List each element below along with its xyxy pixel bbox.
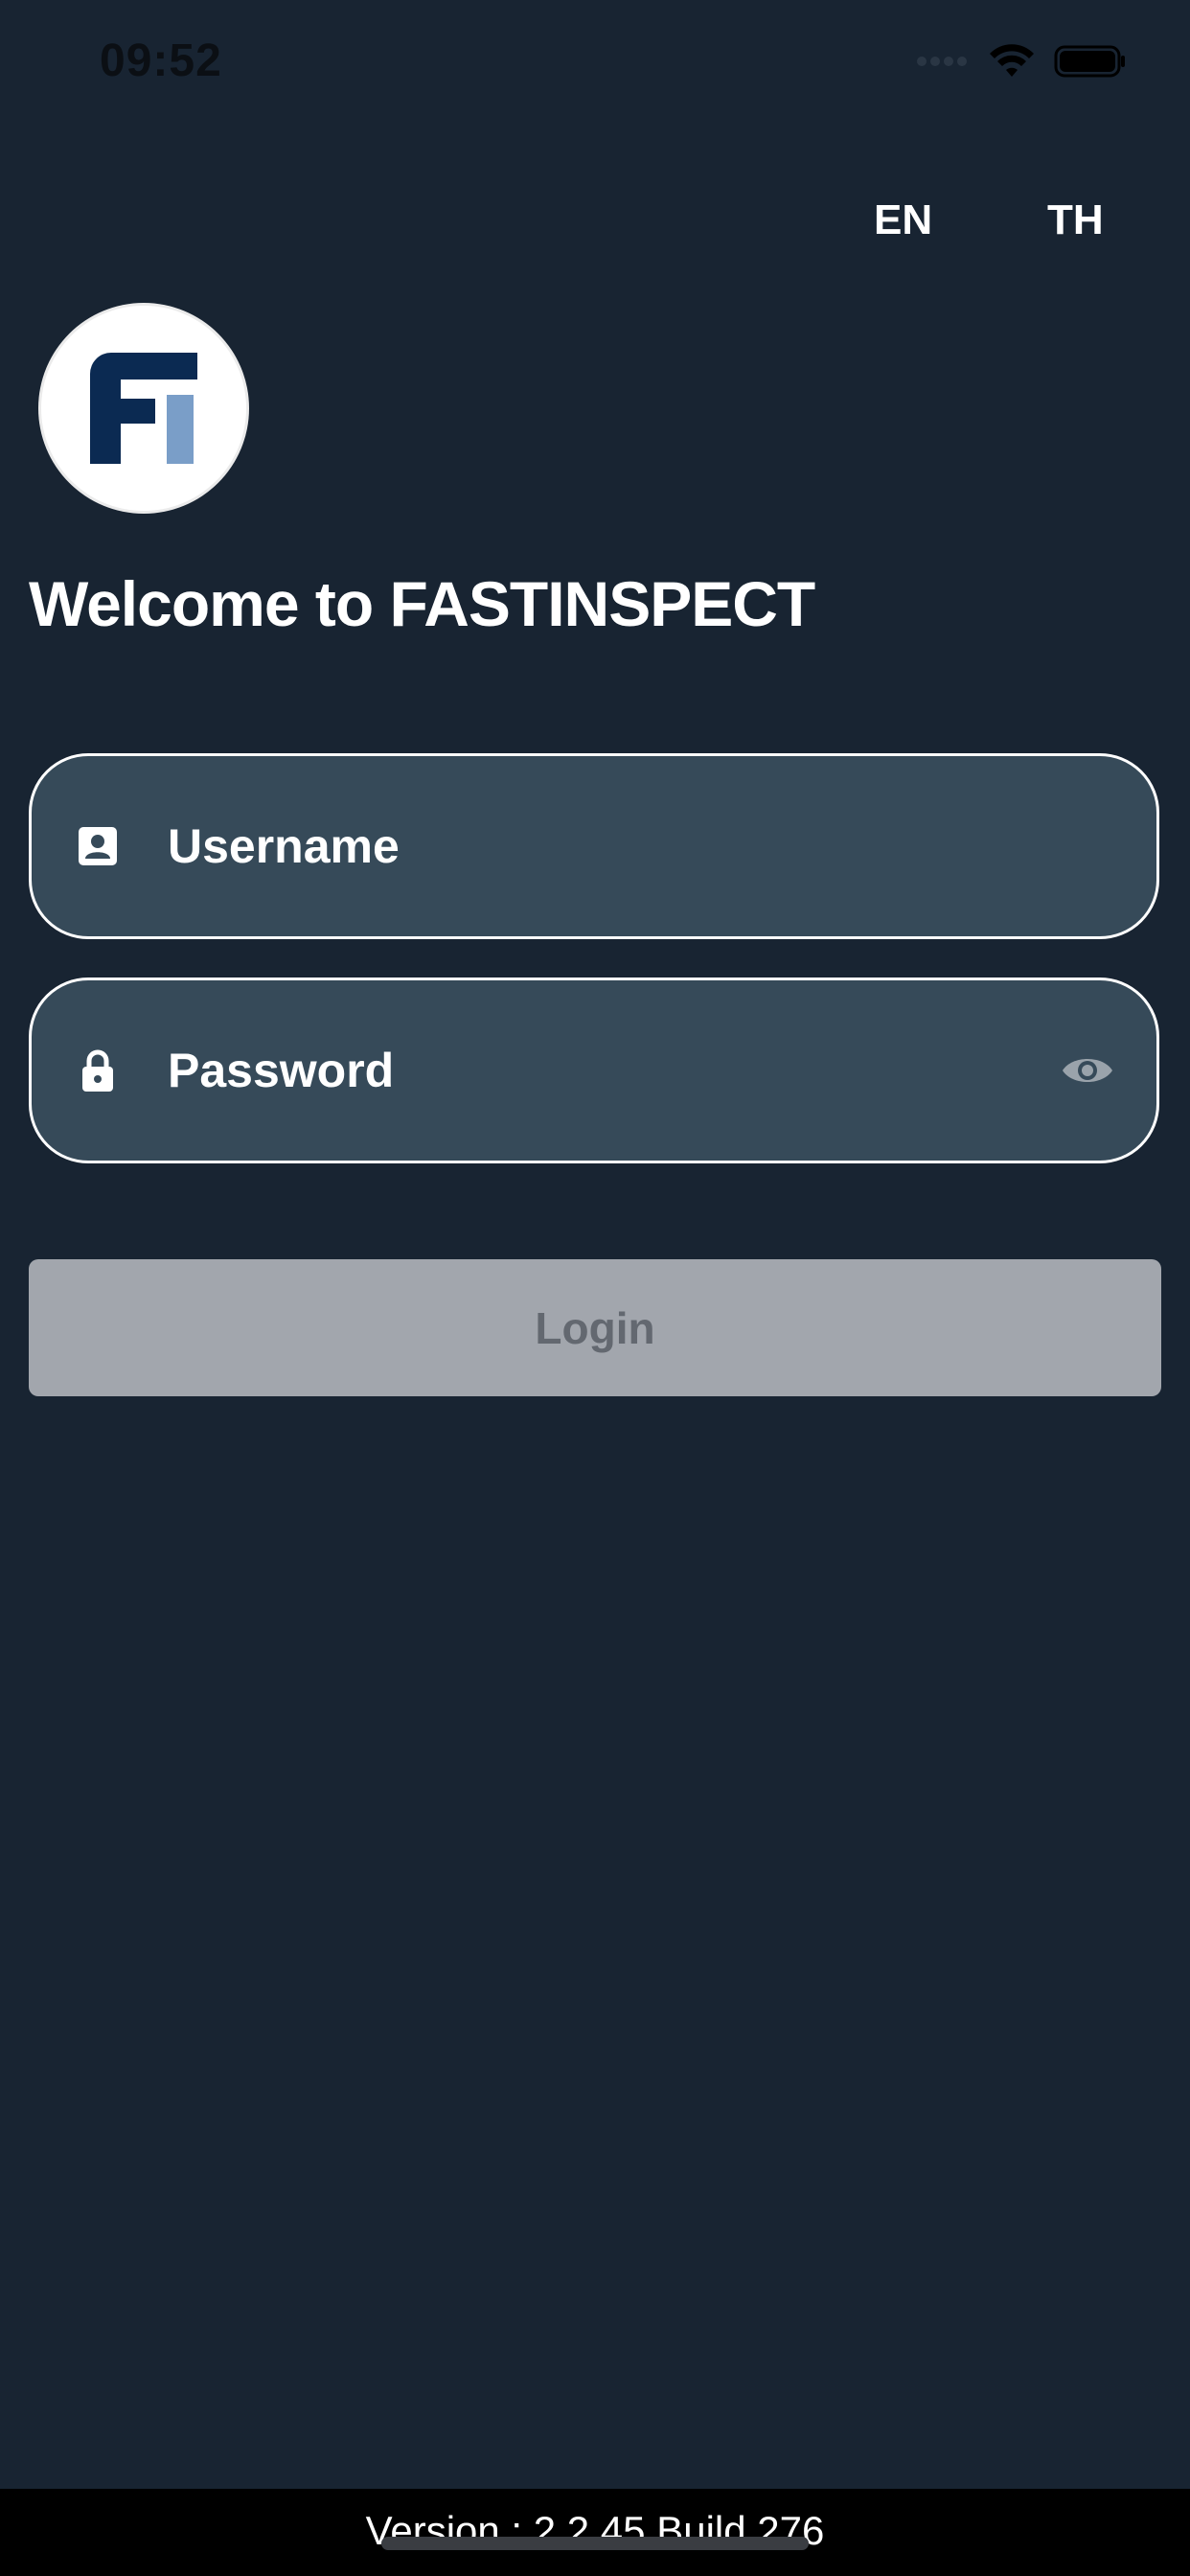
lock-icon: [82, 1049, 113, 1092]
signal-dots-icon: [917, 57, 967, 66]
username-input[interactable]: [168, 756, 1041, 936]
eye-icon[interactable]: [1061, 1051, 1114, 1090]
status-bar: 09:52: [0, 0, 1190, 129]
language-th-button[interactable]: TH: [1047, 196, 1104, 244]
welcome-title: Welcome to FASTINSPECT: [29, 568, 815, 639]
status-icons: [916, 42, 1127, 80]
contact-card-icon: [79, 827, 117, 865]
fi-logo-mark: [90, 353, 197, 464]
wifi-icon: [990, 44, 1034, 77]
battery-icon: [1054, 45, 1125, 78]
login-button[interactable]: Login: [29, 1259, 1161, 1396]
app-logo: [38, 303, 249, 514]
status-time: 09:52: [100, 35, 222, 86]
footer: Version : 2.2.45 Build 276: [0, 2489, 1190, 2576]
password-input[interactable]: [168, 980, 1041, 1161]
language-en-button[interactable]: EN: [874, 196, 932, 244]
home-indicator[interactable]: [381, 2537, 809, 2550]
username-field[interactable]: [29, 753, 1159, 939]
password-field[interactable]: [29, 978, 1159, 1163]
